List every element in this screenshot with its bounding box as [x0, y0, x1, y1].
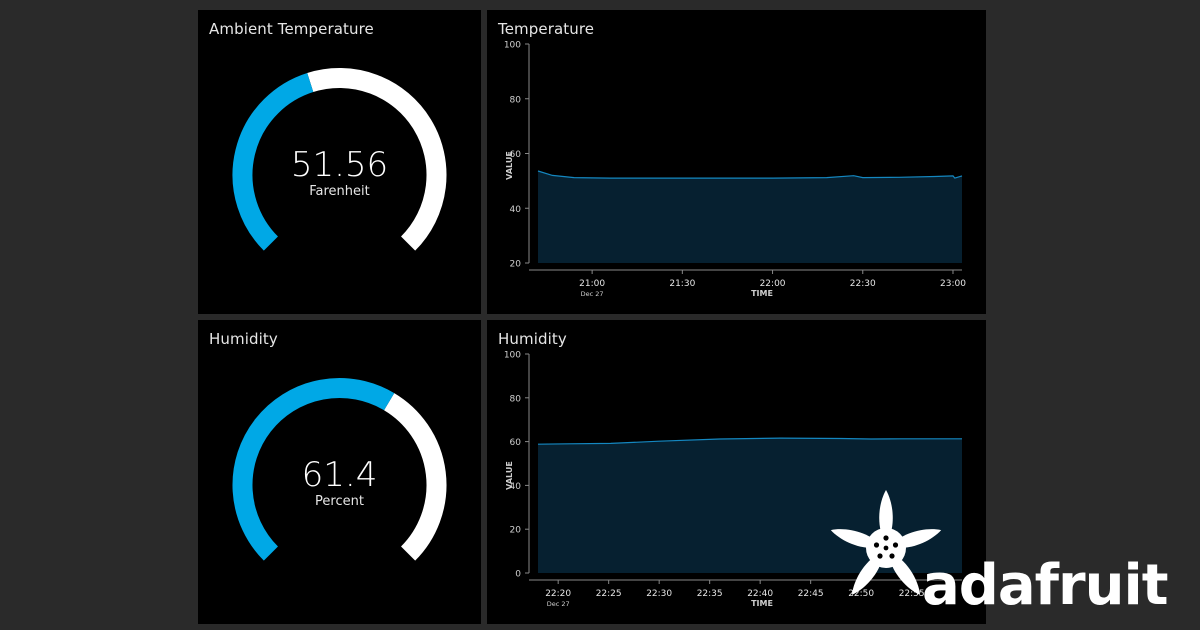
x-date-label: Dec 27 — [547, 600, 570, 608]
adafruit-logo: adafruit — [830, 490, 1169, 618]
y-tick-label: 0 — [515, 570, 521, 580]
y-tick-label: 20 — [510, 526, 522, 536]
x-axis-label: TIME — [751, 599, 773, 608]
y-tick-label: 60 — [510, 438, 522, 448]
x-tick-label: 22:20 — [545, 589, 571, 599]
adafruit-wordmark: adafruit — [922, 553, 1168, 618]
gauge-panel-humidity: Humidity 61.4 Percent — [198, 320, 481, 624]
gauge-value: 61.4 — [301, 455, 378, 495]
gauge-unit: Percent — [315, 494, 364, 509]
x-date-label: Dec 27 — [581, 290, 604, 298]
y-axis-label: VALUE — [505, 461, 514, 490]
x-tick-label: 23:00 — [940, 279, 966, 289]
gauge-value: 51.56 — [290, 145, 389, 185]
y-axis-label: VALUE — [505, 151, 514, 180]
x-tick-label: 22:25 — [596, 589, 622, 599]
gauge-panel-temperature: Ambient Temperature 51.56 Farenheit — [198, 10, 481, 314]
x-tick-label: 22:40 — [747, 589, 773, 599]
x-tick-label: 22:00 — [760, 279, 786, 289]
y-tick-label: 80 — [510, 95, 522, 105]
x-axis-label: TIME — [751, 289, 773, 298]
chart-panel-temperature: Temperature 20 40 60 80 100 VALUE 21:00 Dec 27 2… — [487, 10, 986, 314]
gauge-unit: Farenheit — [309, 184, 370, 199]
y-tick-label: 80 — [510, 394, 522, 404]
series-line — [537, 170, 963, 179]
temperature-chart: 20406080100VALUE21:00Dec 2721:30 22:00 22:… — [504, 41, 966, 299]
series-area — [538, 171, 962, 263]
x-tick-label: 21:30 — [669, 279, 695, 289]
y-tick-label: 20 — [510, 260, 522, 270]
y-tick-label: 100 — [504, 351, 521, 361]
x-tick-label: 22:45 — [798, 589, 824, 599]
x-tick-label: 21:00 — [579, 279, 605, 289]
x-tick-label: 22:35 — [697, 589, 723, 599]
x-tick-label: 22:30 — [850, 279, 876, 289]
y-tick-label: 40 — [510, 205, 522, 215]
x-tick-label: 22:30 — [646, 589, 672, 599]
y-tick-label: 100 — [504, 41, 521, 51]
